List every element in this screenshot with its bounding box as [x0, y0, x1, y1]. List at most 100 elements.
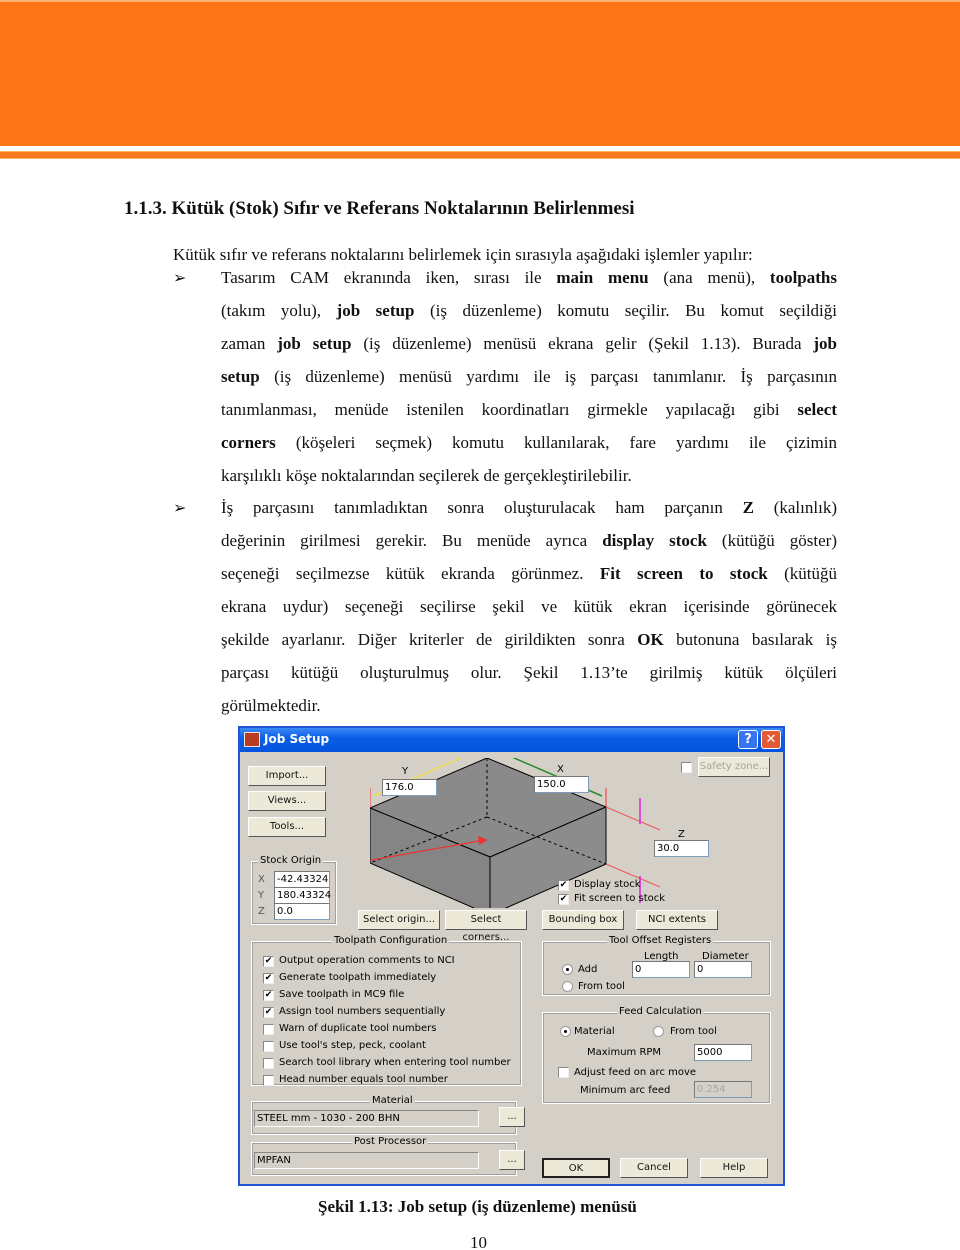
post-processor-browse-button[interactable]: ... [499, 1150, 525, 1170]
z-dimension-input[interactable]: 30.0 [654, 840, 709, 857]
feed-calc-title: Feed Calculation [617, 1006, 704, 1017]
title-bar[interactable]: Job Setup ? ✕ [240, 728, 783, 752]
fit-screen-checkbox[interactable]: ✔ [558, 894, 569, 905]
bullet-paragraph-1: Tasarım CAM ekranında iken, sırası ile m… [221, 261, 837, 492]
header-banner [0, 0, 960, 146]
banner-highlight [0, 0, 960, 2]
bullet-arrow-icon: ➢ [173, 270, 187, 287]
toolpath-option-checkbox[interactable] [263, 1041, 274, 1052]
views-button[interactable]: Views... [248, 791, 326, 811]
text-run: görülmektedir. [221, 696, 321, 715]
bold-term: job [813, 334, 838, 353]
origin-y-input[interactable]: 180.43324 [274, 887, 331, 904]
banner-stripe [0, 151, 960, 159]
tools-button[interactable]: Tools... [248, 817, 326, 837]
bullet-arrow-icon: ➢ [173, 500, 187, 517]
toolpath-config-title: Toolpath Configuration [332, 935, 450, 946]
x-dim-label: X [557, 764, 564, 775]
text-run: değerinin girilmesi gerekir. Bu menüde a… [221, 531, 603, 550]
toolpath-option-checkbox[interactable] [263, 1024, 274, 1035]
diameter-input[interactable]: 0 [694, 961, 752, 978]
origin-y-label: Y [258, 890, 265, 901]
paragraph-line: tanımlanması, menüde istenilen koordinat… [221, 393, 837, 426]
paragraph-line: değerinin girilmesi gerekir. Bu menüde a… [221, 524, 837, 557]
bold-term: Fit screen to stock [599, 564, 768, 583]
toolpath-option-label: Save toolpath in MC9 file [279, 989, 405, 1000]
display-stock-checkbox[interactable]: ✔ [558, 880, 569, 891]
material-value: STEEL mm - 1030 - 200 BHN [254, 1110, 479, 1127]
paragraph-line: zaman job setup (iş düzenleme) menüsü ek… [221, 327, 837, 360]
feed-material-radio[interactable] [560, 1026, 571, 1037]
offset-add-radio[interactable] [562, 964, 573, 975]
nci-extents-button[interactable]: NCI extents [636, 910, 718, 930]
origin-z-label: Z [258, 906, 265, 917]
text-run: (takım yolu), [221, 301, 337, 320]
paragraph-line: karşılıklı köşe noktalarından seçilerek … [221, 459, 837, 492]
bold-term: job setup [336, 301, 415, 320]
figure-caption: Şekil 1.13: Job setup (iş düzenleme) men… [318, 1197, 637, 1216]
select-origin-button[interactable]: Select origin... [358, 910, 440, 930]
text-run: (iş düzenleme) menüsü ekrana gelir (Şeki… [351, 334, 814, 353]
text-run: parçası kütüğü oluşturulmuş olur. Şekil … [221, 663, 837, 682]
toolpath-option-checkbox[interactable] [263, 1075, 274, 1086]
import-button[interactable]: Import... [248, 766, 326, 786]
origin-x-input[interactable]: -42.43324 [274, 871, 330, 888]
text-run: (kalınlık) [753, 498, 837, 517]
text-run: (köşeleri seçmek) komutu kullanılarak, f… [275, 433, 837, 452]
toolpath-option-label: Search tool library when entering tool n… [279, 1057, 511, 1068]
bullet-paragraph-2: İş parçasını tanımladıktan sonra oluştur… [221, 491, 837, 722]
text-run: (kütüğü göster) [706, 531, 838, 550]
feed-from-tool-label: From tool [670, 1026, 717, 1037]
bold-term: toolpaths [769, 268, 837, 287]
feed-material-label: Material [574, 1026, 615, 1037]
bold-term: select [797, 400, 837, 419]
y-dim-label: Y [402, 766, 409, 777]
origin-z-input[interactable]: 0.0 [274, 903, 330, 920]
toolpath-option-label: Output operation comments to NCI [279, 955, 455, 966]
close-icon[interactable]: ✕ [761, 730, 781, 749]
text-run: butonuna basılarak iş [663, 630, 838, 649]
bold-term: setup [221, 367, 260, 386]
cancel-button[interactable]: Cancel [620, 1158, 688, 1178]
text-run: İş parçasını tanımladıktan sonra oluştur… [221, 498, 743, 517]
display-stock-label: Display stock [574, 879, 641, 890]
feed-from-tool-radio[interactable] [653, 1026, 664, 1037]
length-input[interactable]: 0 [632, 961, 690, 978]
toolpath-option-checkbox[interactable] [263, 1058, 274, 1069]
adjust-feed-checkbox[interactable] [558, 1067, 569, 1078]
max-rpm-input[interactable]: 5000 [694, 1044, 752, 1061]
text-run: Tasarım CAM ekranında iken, sırası ile [221, 268, 557, 287]
bold-term: corners [221, 433, 276, 452]
bounding-box-button[interactable]: Bounding box [542, 910, 624, 930]
x-dimension-input[interactable]: 150.0 [534, 776, 589, 793]
toolpath-option-checkbox[interactable]: ✔ [263, 956, 274, 967]
paragraph-line: corners (köşeleri seçmek) komutu kullanı… [221, 426, 837, 459]
min-arc-feed-input[interactable]: 0.254 [694, 1081, 752, 1098]
adjust-feed-label: Adjust feed on arc move [574, 1067, 697, 1078]
help-icon[interactable]: ? [738, 730, 758, 749]
section-heading: 1.1.3. Kütük (Stok) Sıfır ve Referans No… [124, 198, 635, 219]
offset-from-tool-radio[interactable] [562, 981, 573, 992]
paragraph-line: görülmektedir. [221, 689, 837, 722]
safety-zone-button[interactable]: Safety zone... [698, 757, 770, 777]
toolpath-option-checkbox[interactable]: ✔ [263, 990, 274, 1001]
paragraph-line: seçeneği seçilmezse kütük ekranda görünm… [221, 557, 837, 590]
toolpath-option-checkbox[interactable]: ✔ [263, 973, 274, 984]
bold-term: display stock [602, 531, 707, 550]
toolpath-option-checkbox[interactable]: ✔ [263, 1007, 274, 1018]
material-title: Material [370, 1095, 415, 1106]
app-icon [244, 732, 260, 747]
toolpath-option-label: Use tool's step, peck, coolant [279, 1040, 426, 1051]
help-button[interactable]: Help [700, 1158, 768, 1178]
ok-button[interactable]: OK [542, 1158, 610, 1178]
text-run: seçeneği seçilmezse kütük ekranda görünm… [221, 564, 600, 583]
select-corners-button[interactable]: Select corners... [445, 910, 527, 943]
toolpath-option-label: Assign tool numbers sequentially [279, 1006, 446, 1017]
y-dimension-input[interactable]: 176.0 [382, 779, 437, 796]
z-dim-line-top [605, 806, 661, 831]
min-arc-feed-label: Minimum arc feed [580, 1085, 671, 1096]
text-run: tanımlanması, menüde istenilen koordinat… [221, 400, 798, 419]
toolpath-option-label: Generate toolpath immediately [279, 972, 437, 983]
material-browse-button[interactable]: ... [499, 1107, 525, 1127]
tool-offset-title: Tool Offset Registers [607, 935, 714, 946]
